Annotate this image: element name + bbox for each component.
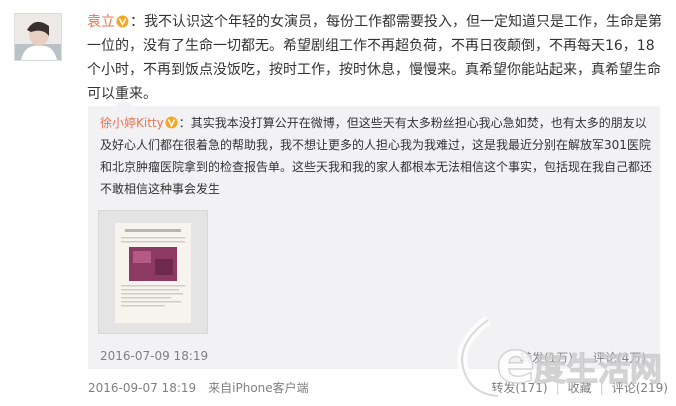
medical-report-image (99, 211, 207, 333)
avatar[interactable] (14, 13, 62, 61)
comment-link[interactable]: 评论(219) (612, 381, 668, 395)
post-author-link[interactable]: 袁立 (87, 14, 115, 30)
post-author-colon: ： (130, 14, 144, 30)
divider: | (599, 381, 604, 395)
post-source[interactable]: 来自iPhone客户端 (208, 381, 309, 395)
vip-badge-icon[interactable] (165, 116, 178, 129)
post-text: 我不认识这个年轻的女演员，每份工作都需要投入，但一定知道只是工作，生命是第一位的… (87, 14, 662, 102)
divider: | (580, 351, 585, 365)
post-meta: 2016-09-07 18:19 来自iPhone客户端 (88, 379, 309, 396)
divider: | (555, 381, 560, 395)
quoted-post-actions: 转发(1万) | 评论(4万) (520, 349, 646, 366)
quoted-comment-link[interactable]: 评论(4万) (593, 351, 646, 365)
document-thumbnail[interactable] (98, 210, 208, 334)
quoted-author-link[interactable]: 徐小婷Kitty (100, 116, 164, 130)
post-actions: 转发(171) | 收藏 | 评论(219) (491, 379, 668, 396)
favorite-link[interactable]: 收藏 (568, 381, 592, 395)
vip-badge-icon[interactable] (116, 15, 129, 28)
post-content: 袁立 ：我不认识这个年轻的女演员，每份工作都需要投入，但一定知道只是工作，生命是第… (87, 10, 665, 106)
avatar-photo (15, 14, 61, 60)
quoted-post-time[interactable]: 2016-07-09 18:19 (100, 349, 208, 363)
quoted-author-colon: ： (178, 116, 191, 130)
repost-link[interactable]: 转发(171) (491, 381, 547, 395)
post-time[interactable]: 2016-09-07 18:19 (88, 381, 196, 395)
quoted-repost-link[interactable]: 转发(1万) (520, 351, 573, 365)
quoted-post-content: 徐小婷Kitty ：其实我本没打算公开在微博，但这些天有太多粉丝担心我心急如焚，也… (100, 112, 652, 200)
quoted-post: 徐小婷Kitty ：其实我本没打算公开在微博，但这些天有太多粉丝担心我心急如焚，也… (88, 98, 660, 369)
quote-caret (116, 98, 132, 106)
